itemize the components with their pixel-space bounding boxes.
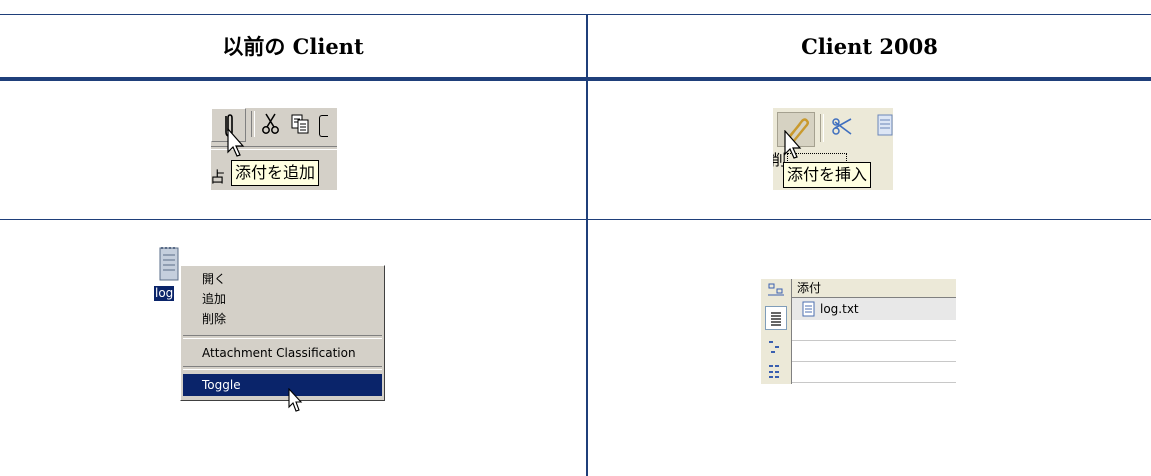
old-client-column-header: 以前の Client [222, 34, 364, 59]
menu-item-toggle[interactable]: Toggle [183, 374, 382, 396]
new-client-attachments-pane-screenshot: 添付 log.txt [761, 279, 956, 384]
toolbar-separator [820, 114, 824, 142]
tree-view-icon[interactable] [767, 339, 785, 355]
old-tooltip: 添付を追加 [231, 160, 320, 186]
menu-item-add[interactable]: 追加 [202, 291, 226, 307]
new-client-column-header: Client 2008 [801, 33, 938, 59]
column-header-label: 添付 [797, 281, 822, 295]
partial-label: 占 [211, 168, 226, 186]
empty-row [792, 362, 956, 383]
menu-separator [183, 366, 382, 370]
copy-icon[interactable] [289, 112, 313, 136]
scissors-icon[interactable] [260, 112, 282, 136]
old-client-toolbar-screenshot: 占 添付を追加 [211, 108, 337, 190]
column-divider [586, 14, 588, 476]
row1-bottom-rule [0, 219, 1151, 220]
partial-toolbar-button [319, 115, 328, 137]
menu-item-toggle-label: Toggle [202, 378, 241, 392]
new-tooltip: 添付を挿入 [783, 162, 872, 188]
context-menu: 開く 追加 削除 Attachment Classification Toggl… [180, 265, 385, 401]
new-client-toolbar-screenshot: 削 添付を挿入 [773, 108, 893, 190]
list-view-icon [771, 312, 781, 326]
empty-row [792, 320, 956, 341]
menu-item-open[interactable]: 開く [202, 271, 226, 287]
table-row[interactable]: log.txt [792, 298, 956, 320]
file-label[interactable]: log [154, 286, 175, 301]
list-view-button[interactable] [765, 306, 787, 330]
sort-icon[interactable] [767, 281, 785, 297]
notepad-icon[interactable] [157, 243, 181, 283]
menu-item-attachment-classification[interactable]: Attachment Classification [202, 345, 356, 361]
menu-separator [183, 335, 382, 339]
text-file-icon [802, 301, 815, 317]
notepad-icon[interactable] [877, 114, 893, 138]
mouse-cursor-icon [288, 388, 303, 412]
mouse-cursor-icon [227, 128, 245, 157]
toolbar-separator [251, 111, 255, 137]
empty-row [792, 341, 956, 362]
scissors-icon[interactable] [831, 114, 855, 140]
pane-sidebar [761, 279, 791, 384]
column-header-attachments[interactable]: 添付 [792, 279, 956, 298]
attachments-grid: 添付 log.txt [791, 279, 956, 384]
row-filename: log.txt [820, 302, 859, 316]
mouse-cursor-icon [784, 130, 802, 159]
menu-item-delete[interactable]: 削除 [202, 311, 226, 327]
hierarchy-icon[interactable] [767, 363, 785, 379]
